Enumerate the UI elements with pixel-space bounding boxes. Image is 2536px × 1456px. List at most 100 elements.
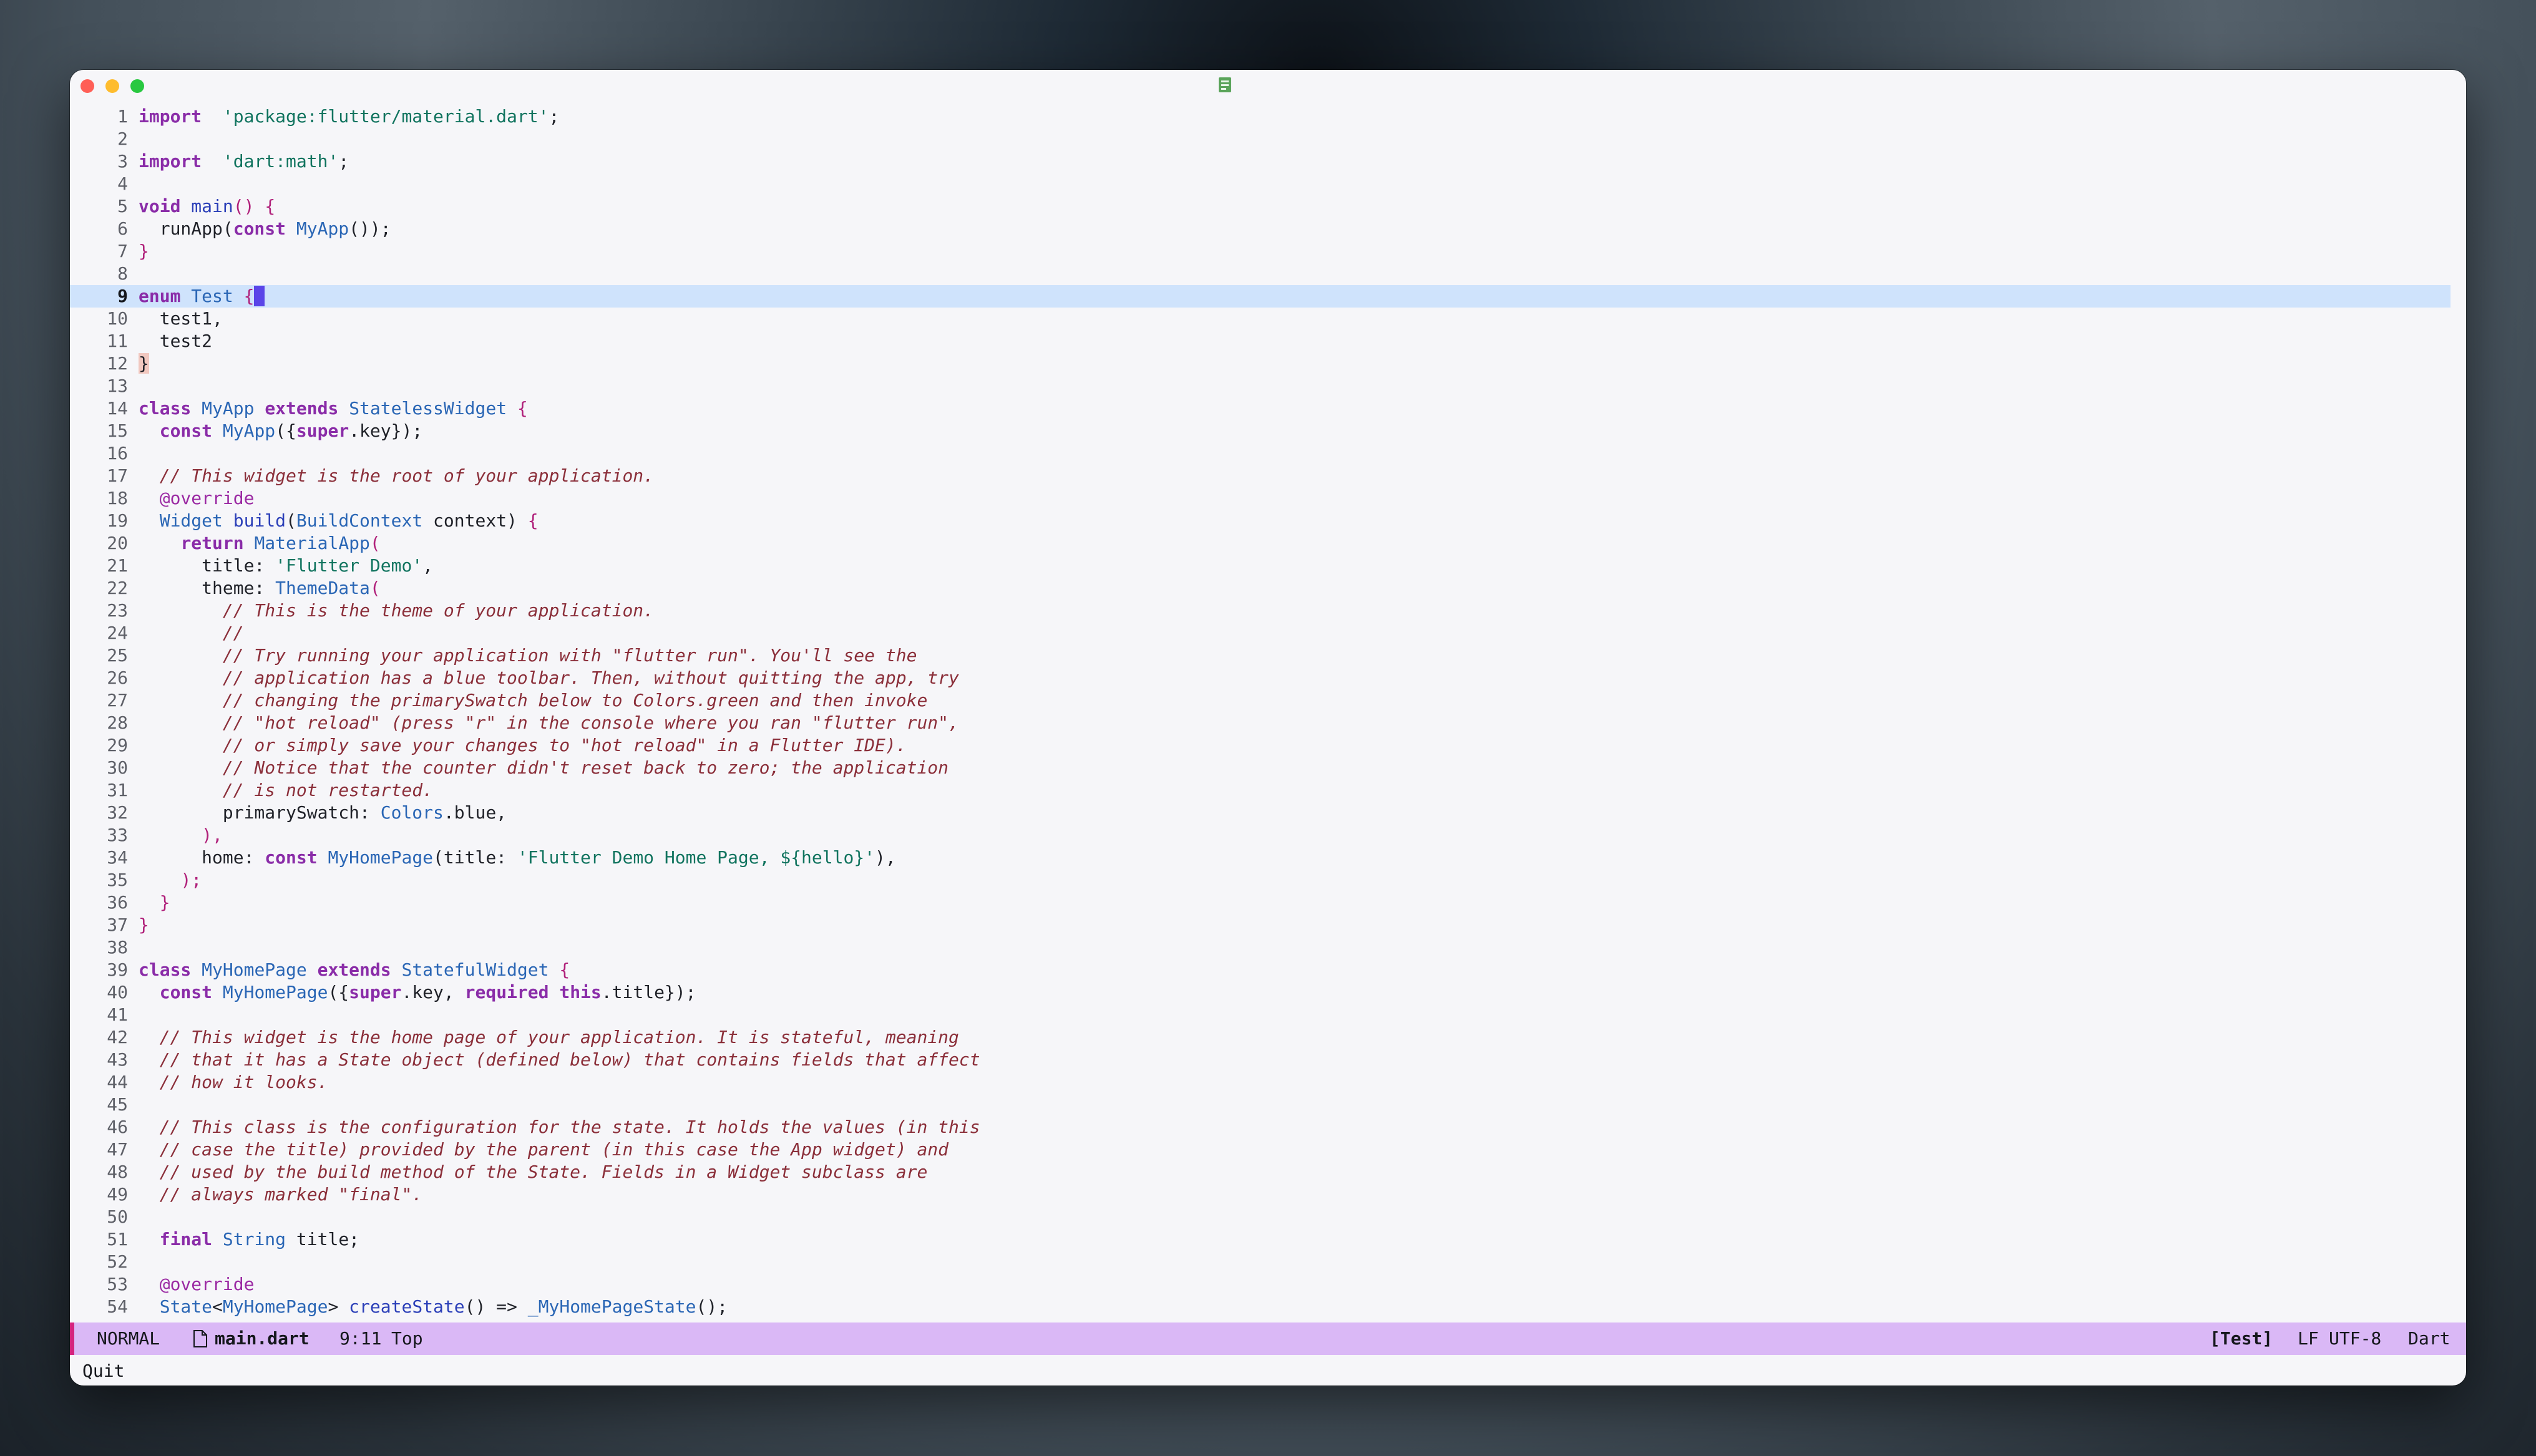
code-line[interactable]: 5 void main() { — [70, 195, 2466, 218]
code-line[interactable]: 28 // "hot reload" (press "r" in the con… — [70, 712, 2466, 734]
code-line[interactable]: 25 // Try running your application with … — [70, 644, 2466, 667]
code-line[interactable]: 2 — [70, 128, 2466, 150]
code-line[interactable]: 12} — [70, 352, 2466, 375]
code-token: // This widget is the root of your appli… — [159, 465, 655, 486]
line-number: 6 — [117, 218, 128, 239]
code-line[interactable]: 1 import 'package:flutter/material.dart'; — [70, 105, 2466, 128]
code-line[interactable]: 46 // This class is the configuration fo… — [70, 1116, 2466, 1138]
code-token: ), — [875, 847, 896, 868]
code-line[interactable]: 47 // case the title) provided by the pa… — [70, 1138, 2466, 1161]
code-line[interactable]: 54 State<MyHomePage> createState() => _M… — [70, 1296, 2466, 1318]
code-line[interactable]: 40 const MyHomePage({super.key, required… — [70, 981, 2466, 1004]
code-line[interactable]: 15 const MyApp({super.key}); — [70, 420, 2466, 442]
code-line[interactable]: 17 // This widget is the root of your ap… — [70, 465, 2466, 487]
code-token: MyApp — [222, 420, 276, 441]
code-line[interactable]: 34 home: const MyHomePage(title: 'Flutte… — [70, 847, 2466, 869]
code-line[interactable]: 42 // This widget is the home page of yo… — [70, 1026, 2466, 1049]
code-editor[interactable]: 1 import 'package:flutter/material.dart';… — [70, 105, 2466, 1386]
line-number: 40 — [107, 982, 128, 1002]
code-line[interactable]: 6 runApp(const MyApp()); — [70, 218, 2466, 240]
code-token: primarySwatch: — [139, 802, 381, 823]
code-line[interactable]: 11 test2 — [70, 330, 2466, 352]
command-line[interactable]: Quit — [82, 1360, 124, 1382]
code-line[interactable]: 38 — [70, 936, 2466, 959]
code-line[interactable]: 53 @override — [70, 1273, 2466, 1296]
status-bar: NORMAL main.dart 9:11 Top [Test] LF UTF-… — [70, 1323, 2466, 1355]
matching-bracket: } — [139, 353, 149, 374]
code-line[interactable]: 24 // — [70, 622, 2466, 644]
code-line[interactable]: 8 — [70, 263, 2466, 285]
code-line[interactable]: 37} — [70, 914, 2466, 936]
code-text: enum Test { — [139, 285, 265, 308]
code-line[interactable]: 16 — [70, 442, 2466, 465]
code-line[interactable]: 52 — [70, 1251, 2466, 1273]
code-token: return — [180, 533, 244, 553]
code-line[interactable]: 43 // that it has a State object (define… — [70, 1049, 2466, 1071]
code-line[interactable]: 7} — [70, 240, 2466, 263]
code-line[interactable]: 13 — [70, 375, 2466, 397]
code-line[interactable]: 4 — [70, 173, 2466, 195]
code-line[interactable]: 27 // changing the primarySwatch below t… — [70, 689, 2466, 712]
code-token: MyApp — [296, 218, 349, 239]
code-text: theme: ThemeData( — [139, 577, 381, 599]
code-text: class MyHomePage extends StatefulWidget … — [139, 959, 570, 981]
minimize-window-button[interactable] — [105, 79, 119, 93]
code-line[interactable]: 45 — [70, 1094, 2466, 1116]
code-line[interactable]: 3 import 'dart:math'; — [70, 150, 2466, 173]
code-line[interactable]: 31 // is not restarted. — [70, 779, 2466, 802]
code-line[interactable]: 50 — [70, 1206, 2466, 1228]
close-window-button[interactable] — [80, 79, 94, 93]
code-line[interactable]: 35 ); — [70, 869, 2466, 891]
code-line[interactable]: 39 class MyHomePage extends StatefulWidge… — [70, 959, 2466, 981]
code-token: ; — [549, 106, 560, 127]
code-line[interactable]: 48 // used by the build method of the St… — [70, 1161, 2466, 1183]
code-line[interactable]: 10 test1, — [70, 308, 2466, 330]
code-text: runApp(const MyApp()); — [139, 218, 391, 240]
code-line[interactable]: 18 @override — [70, 487, 2466, 510]
code-line[interactable]: 44 // how it looks. — [70, 1071, 2466, 1094]
code-text: // used by the build method of the State… — [139, 1161, 928, 1183]
code-token: // that it has a State object (defined b… — [159, 1049, 980, 1070]
code-token: ), — [202, 825, 223, 845]
code-line[interactable]: 30 // Notice that the counter didn't res… — [70, 757, 2466, 779]
code-line[interactable]: 14 class MyApp extends StatelessWidget { — [70, 397, 2466, 420]
line-number: 36 — [107, 892, 128, 913]
line-number: 52 — [107, 1251, 128, 1272]
maximize-window-button[interactable] — [130, 79, 144, 93]
code-token: Colors — [380, 802, 444, 823]
code-line[interactable]: 33 ), — [70, 824, 2466, 847]
code-token: ; — [338, 151, 349, 172]
code-token: // Try running your application with "fl… — [222, 645, 917, 666]
code-line[interactable]: 19 Widget build(BuildContext context) { — [70, 510, 2466, 532]
code-line[interactable]: 29 // or simply save your changes to "ho… — [70, 734, 2466, 757]
code-token: (); — [696, 1296, 728, 1317]
code-line[interactable]: 21 title: 'Flutter Demo', — [70, 555, 2466, 577]
file-name[interactable]: main.dart — [215, 1323, 310, 1355]
line-number: 7 — [117, 241, 128, 261]
current-code-line[interactable]: 9 enum Test { — [70, 285, 2451, 308]
code-line[interactable]: 22 theme: ThemeData( — [70, 577, 2466, 599]
line-number: 38 — [107, 937, 128, 958]
code-line[interactable]: 41 — [70, 1004, 2466, 1026]
code-token: // "hot reload" (press "r" in the consol… — [222, 712, 959, 733]
code-line[interactable]: 20 return MaterialApp( — [70, 532, 2466, 555]
code-line[interactable]: 23 // This is the theme of your applicat… — [70, 599, 2466, 622]
code-line[interactable]: 26 // application has a blue toolbar. Th… — [70, 667, 2466, 689]
line-number: 24 — [107, 623, 128, 643]
code-token: // case the title) provided by the paren… — [159, 1139, 949, 1160]
code-line[interactable]: 49 // always marked "final". — [70, 1183, 2466, 1206]
code-token: // always marked "final". — [159, 1184, 423, 1205]
code-text: // always marked "final". — [139, 1183, 422, 1206]
code-line[interactable]: 51 final String title; — [70, 1228, 2466, 1251]
code-text: return MaterialApp( — [139, 532, 380, 555]
code-line[interactable]: 32 primarySwatch: Colors.blue, — [70, 802, 2466, 824]
code-line[interactable]: 36 } — [70, 891, 2466, 914]
